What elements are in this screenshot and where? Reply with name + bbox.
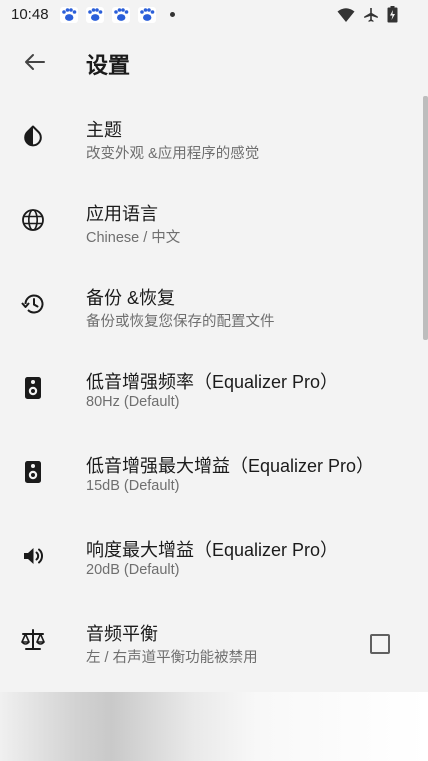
setting-bass-boost-frequency[interactable]: 低音增强频率（Equalizer Pro） 80Hz (Default) (0, 348, 428, 432)
page-title: 设置 (86, 53, 131, 78)
paw-icon (138, 7, 156, 23)
airplane-icon (364, 7, 378, 22)
setting-title: 音频平衡 (86, 624, 158, 644)
setting-subtitle: 改变外观 &应用程序的感觉 (86, 146, 260, 162)
paw-icon (112, 7, 130, 23)
audio-balance-checkbox[interactable] (370, 634, 390, 654)
battery-icon (387, 6, 398, 23)
scrollbar[interactable] (423, 96, 428, 340)
bottom-gesture-area (0, 692, 428, 761)
restore-history-icon (20, 291, 46, 317)
speaker-icon (20, 459, 46, 485)
setting-backup-restore[interactable]: 备份 &恢复 备份或恢复您保存的配置文件 (0, 264, 428, 348)
speaker-icon (20, 375, 46, 401)
globe-icon (20, 207, 46, 233)
setting-title: 响度最大增益（Equalizer Pro） (86, 540, 339, 560)
balance-scale-icon (20, 627, 46, 653)
arrow-left-icon (25, 54, 45, 70)
setting-theme[interactable]: 主题 改变外观 &应用程序的感觉 (0, 96, 428, 180)
volume-icon (20, 543, 46, 569)
setting-title: 主题 (86, 120, 122, 140)
setting-subtitle: 左 / 右声道平衡功能被禁用 (86, 650, 258, 666)
setting-subtitle: 备份或恢复您保存的配置文件 (86, 314, 275, 330)
wifi-icon (337, 7, 355, 22)
setting-audio-balance[interactable]: 音频平衡 左 / 右声道平衡功能被禁用 (0, 600, 428, 684)
setting-app-language[interactable]: 应用语言 Chinese / 中文 (0, 180, 428, 264)
setting-subtitle: 15dB (Default) (86, 478, 180, 494)
status-bar: 10:48 (0, 0, 428, 30)
system-icons (337, 6, 398, 23)
contrast-drop-icon (20, 123, 46, 149)
paw-icon (60, 7, 78, 23)
back-button[interactable] (14, 44, 54, 80)
setting-subtitle: 20dB (Default) (86, 562, 180, 578)
notification-icons (60, 7, 156, 23)
setting-subtitle: 80Hz (Default) (86, 394, 180, 410)
setting-title: 低音增强频率（Equalizer Pro） (86, 372, 339, 392)
setting-title: 应用语言 (86, 204, 158, 224)
setting-title: 低音增强最大增益（Equalizer Pro） (86, 456, 375, 476)
status-time: 10:48 (11, 6, 49, 23)
more-notifications-dot-icon (170, 12, 175, 17)
setting-loudness-max-gain[interactable]: 响度最大增益（Equalizer Pro） 20dB (Default) (0, 516, 428, 600)
settings-list: 主题 改变外观 &应用程序的感觉 应用语言 Chinese / 中文 备份 &恢… (0, 96, 428, 684)
setting-subtitle: Chinese / 中文 (86, 230, 181, 246)
setting-bass-boost-max-gain[interactable]: 低音增强最大增益（Equalizer Pro） 15dB (Default) (0, 432, 428, 516)
setting-title: 备份 &恢复 (86, 288, 176, 308)
paw-icon (86, 7, 104, 23)
app-bar: 设置 (0, 30, 428, 94)
